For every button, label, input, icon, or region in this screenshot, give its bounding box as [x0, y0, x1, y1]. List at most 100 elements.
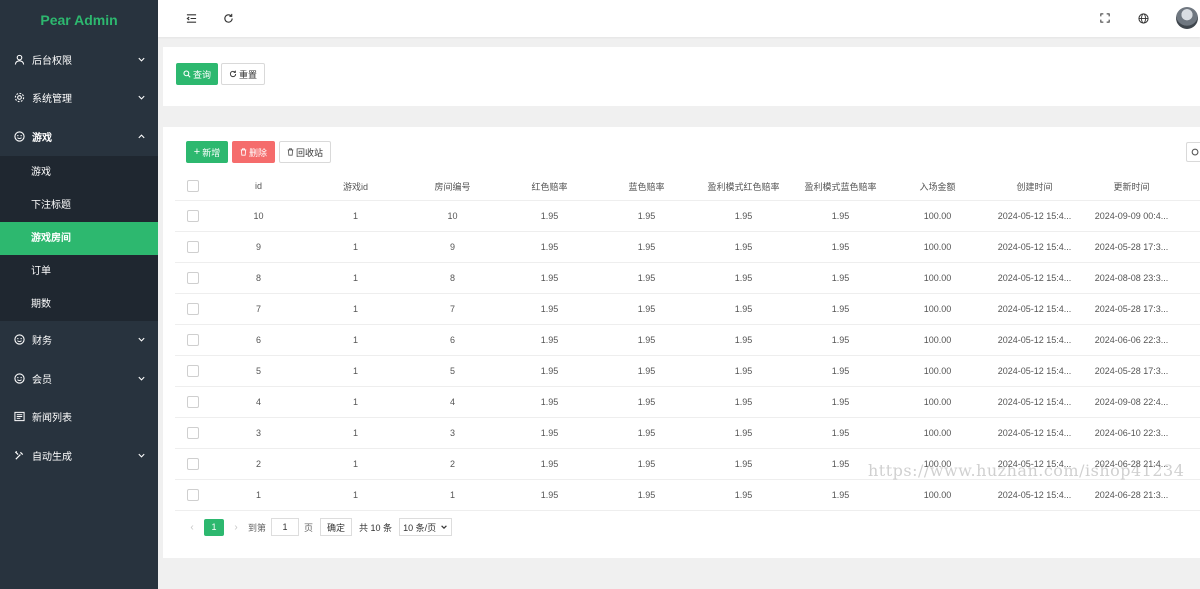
app-logo[interactable]: Pear Admin	[0, 0, 158, 40]
table-cell: 1.95	[540, 366, 559, 376]
table-cell: 1.95	[637, 211, 656, 221]
reset-button-label: 重置	[238, 69, 257, 80]
column-header[interactable]: 盈利模式红色赔率	[695, 180, 792, 193]
table-cell: 2024-05-12 15:4...	[997, 242, 1072, 252]
row-checkbox[interactable]	[186, 241, 199, 253]
sidebar-item-news[interactable]: 新闻列表	[0, 398, 158, 437]
avatar[interactable]	[1176, 7, 1198, 29]
delete-button[interactable]: 删除	[232, 141, 275, 163]
row-checkbox[interactable]	[186, 334, 199, 346]
table-row[interactable]: 1 1 1 1.95 1.95 1.95 1.95 100.00 2024-05-12 15:4…	[175, 480, 1200, 511]
table-cell: 3	[449, 428, 455, 438]
reset-button[interactable]: 重置	[221, 63, 265, 85]
column-header[interactable]: 游戏id	[307, 180, 404, 193]
row-checkbox-cell	[175, 458, 210, 470]
submenu-item-bet-title[interactable]: 下注标题	[0, 189, 158, 222]
trash-icon	[287, 148, 294, 156]
query-button[interactable]: 查询	[176, 63, 218, 85]
sidebar-item-members[interactable]: 会员	[0, 359, 158, 398]
recycle-bin-button[interactable]: 回收站	[279, 141, 331, 163]
sidebar-item-game[interactable]: 游戏	[0, 117, 158, 156]
table-cell: 1.95	[734, 304, 753, 314]
table-row[interactable]: 9 1 9 1.95 1.95 1.95 1.95 100.00 2024-05-12 15:4…	[175, 232, 1200, 263]
sidebar-item-label: 财务	[32, 336, 52, 348]
table-cell: 2024-06-10 22:3...	[1094, 428, 1169, 438]
goto-confirm-button[interactable]: 确定	[320, 518, 353, 536]
smile-icon	[13, 372, 25, 384]
table-cell: 1.95	[734, 459, 753, 469]
sidebar-item-label: 系统管理	[32, 94, 72, 106]
table-cell: 1.95	[734, 273, 753, 283]
table-cell: 10	[253, 211, 264, 221]
tool-icon	[13, 449, 25, 461]
column-header[interactable]: 红色赔率	[501, 180, 598, 193]
column-header[interactable]: 盈利模式蓝色赔率	[792, 180, 889, 193]
row-checkbox[interactable]	[186, 489, 199, 501]
table-cell: 1.95	[637, 366, 656, 376]
column-header[interactable]: 创建时间	[986, 180, 1083, 193]
refresh-icon[interactable]	[221, 11, 235, 25]
chevron-down-icon	[136, 93, 146, 103]
table-row[interactable]: 7 1 7 1.95 1.95 1.95 1.95 100.00 2024-05-12 15:4…	[175, 294, 1200, 325]
table-cell: 2024-09-08 22:4...	[1094, 397, 1169, 407]
table-cell: 1.95	[637, 242, 656, 252]
sidebar-item-autogen[interactable]: 自动生成	[0, 436, 158, 475]
page-size-select[interactable]: 10 条/页	[399, 518, 453, 536]
fullscreen-icon[interactable]	[1098, 11, 1112, 25]
submenu-item-period[interactable]: 期数	[0, 288, 158, 321]
sidebar-item-finance[interactable]: 财务	[0, 321, 158, 360]
table-row[interactable]: 5 1 5 1.95 1.95 1.95 1.95 100.00 2024-05-12 15:4…	[175, 356, 1200, 387]
table-cell: 1	[352, 211, 358, 221]
sidebar-item-label: 游戏	[32, 132, 52, 144]
table-cell: 1.95	[734, 211, 753, 221]
select-all-checkbox[interactable]	[186, 180, 199, 192]
table-cell: 3	[255, 428, 261, 438]
column-header[interactable]: 更新时间	[1083, 180, 1180, 193]
goto-page-input[interactable]	[271, 518, 300, 536]
table-cell: 2	[255, 459, 261, 469]
table-row[interactable]: 6 1 6 1.95 1.95 1.95 1.95 100.00 2024-05-12 15:4…	[175, 325, 1200, 356]
column-header[interactable]: 入场金额	[889, 180, 986, 193]
page-size-value: 10 条/页	[403, 522, 437, 533]
table-search-toggle[interactable]	[1186, 142, 1200, 162]
prev-page-icon[interactable]: ‹	[185, 522, 199, 533]
goto-label: 到第	[248, 522, 267, 533]
column-header[interactable]: 蓝色赔率	[598, 180, 695, 193]
sidebar-item-system[interactable]: 系统管理	[0, 79, 158, 118]
page-current[interactable]: 1	[204, 518, 224, 536]
table-cell: 1	[352, 459, 358, 469]
table-cell: 2024-05-12 15:4...	[997, 490, 1072, 500]
next-page-icon[interactable]: ›	[229, 522, 243, 533]
row-checkbox[interactable]	[186, 272, 199, 284]
submenu-item-order[interactable]: 订单	[0, 255, 158, 288]
row-checkbox-cell	[175, 365, 210, 377]
table-cell: 100.00	[923, 490, 952, 500]
table-cell: 10	[447, 211, 458, 221]
menu-fold-icon[interactable]	[184, 11, 198, 25]
column-header[interactable]: 房间编号	[404, 180, 501, 193]
sidebar-item-permissions[interactable]: 后台权限	[0, 40, 158, 79]
top-header	[158, 0, 1200, 37]
row-checkbox[interactable]	[186, 365, 199, 377]
column-header[interactable]: id	[210, 181, 307, 191]
table-row[interactable]: 10 1 10 1.95 1.95 1.95 1.95 100.00 2024-05-12 15…	[175, 201, 1200, 232]
submenu-item-game-room[interactable]: 游戏房间	[0, 221, 158, 255]
table-row[interactable]: 4 1 4 1.95 1.95 1.95 1.95 100.00 2024-05-12 15:4…	[175, 387, 1200, 418]
row-checkbox-cell	[175, 489, 210, 501]
table-cell: 7	[449, 304, 455, 314]
row-checkbox[interactable]	[186, 458, 199, 470]
row-checkbox[interactable]	[186, 396, 199, 408]
table-row[interactable]: 3 1 3 1.95 1.95 1.95 1.95 100.00 2024-05-12 15:4…	[175, 418, 1200, 449]
add-button[interactable]: + 新增	[186, 141, 228, 163]
table-cell: 9	[255, 242, 261, 252]
table-cell: 2024-05-12 15:4...	[997, 273, 1072, 283]
row-checkbox[interactable]	[186, 210, 199, 222]
submenu-item-game[interactable]: 游戏	[0, 156, 158, 189]
pagination: ‹ 1 › 到第 页 确定 共 10 条 10 条/页	[185, 518, 453, 536]
row-checkbox[interactable]	[186, 303, 199, 315]
table-cell: 1.95	[831, 428, 850, 438]
table-row[interactable]: 8 1 8 1.95 1.95 1.95 1.95 100.00 2024-05-12 15:4…	[175, 263, 1200, 294]
row-checkbox[interactable]	[186, 427, 199, 439]
table-cell: 2024-05-12 15:4...	[997, 211, 1072, 221]
globe-icon[interactable]	[1136, 11, 1150, 25]
